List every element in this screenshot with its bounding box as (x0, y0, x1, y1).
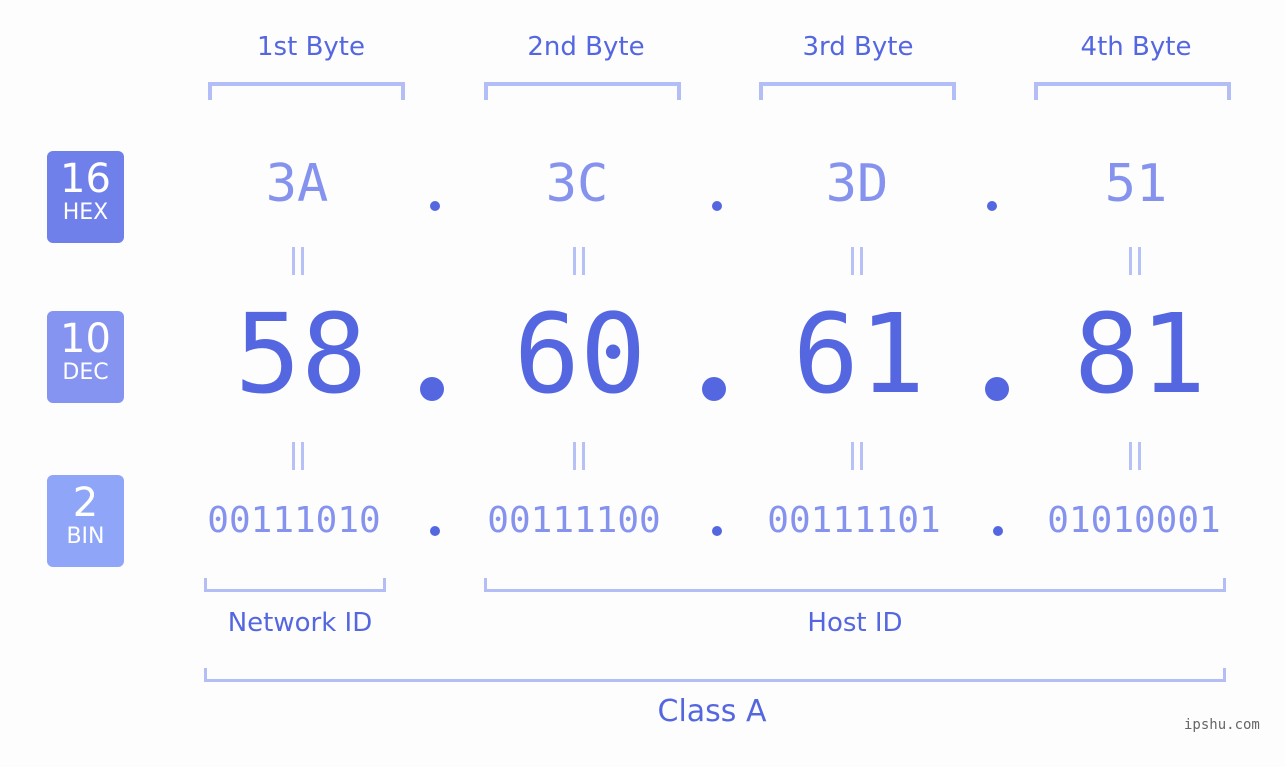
bin-value-3: 00111101 (767, 500, 941, 541)
byte-label-3: 3rd Byte (802, 32, 914, 62)
byte-bracket-3 (759, 82, 956, 100)
dec-value-3: 61 (792, 290, 926, 418)
dec-dot-1 (420, 377, 444, 401)
host-id-label: Host ID (807, 608, 903, 638)
equals-icon (292, 247, 304, 275)
hex-dot-3 (987, 201, 997, 211)
bin-badge-base: 2 (72, 480, 99, 526)
hex-value-2: 3C (545, 154, 609, 214)
hex-dot-1 (430, 201, 440, 211)
bin-badge: 2 BIN (47, 475, 124, 567)
dec-badge: 10 DEC (47, 311, 124, 403)
bin-value-2: 00111100 (487, 500, 661, 541)
equals-icon (1129, 247, 1141, 275)
dec-badge-label: DEC (62, 360, 109, 385)
equals-icon (573, 247, 585, 275)
byte-bracket-1 (208, 82, 405, 100)
hex-value-4: 51 (1104, 154, 1168, 214)
byte-bracket-4 (1034, 82, 1231, 100)
hex-value-1: 3A (265, 154, 329, 214)
hex-value-3: 3D (825, 154, 889, 214)
equals-icon (1129, 442, 1141, 470)
watermark: ipshu.com (1184, 717, 1260, 733)
byte-label-1: 1st Byte (257, 32, 365, 62)
dec-value-1: 58 (234, 290, 368, 418)
bin-badge-label: BIN (66, 524, 105, 549)
byte-label-4: 4th Byte (1080, 32, 1192, 62)
bin-dot-2 (712, 526, 722, 536)
bin-dot-1 (430, 526, 440, 536)
bin-value-4: 01010001 (1047, 500, 1221, 541)
class-bracket (204, 668, 1226, 682)
equals-icon (573, 442, 585, 470)
equals-icon (851, 247, 863, 275)
bin-value-1: 00111010 (207, 500, 381, 541)
class-label: Class A (657, 694, 767, 729)
dec-dot-2 (702, 377, 726, 401)
network-id-bracket (204, 578, 386, 592)
byte-bracket-2 (484, 82, 681, 100)
bin-dot-3 (993, 526, 1003, 536)
dec-value-2: 60 (513, 290, 647, 418)
network-id-label: Network ID (227, 608, 373, 638)
hex-badge-label: HEX (62, 200, 109, 225)
hex-badge-base: 16 (60, 156, 111, 202)
hex-dot-2 (712, 201, 722, 211)
dec-badge-base: 10 (60, 316, 111, 362)
host-id-bracket (484, 578, 1226, 592)
byte-label-2: 2nd Byte (527, 32, 645, 62)
dec-value-4: 81 (1073, 290, 1207, 418)
dec-dot-3 (985, 377, 1009, 401)
hex-badge: 16 HEX (47, 151, 124, 243)
equals-icon (292, 442, 304, 470)
equals-icon (851, 442, 863, 470)
